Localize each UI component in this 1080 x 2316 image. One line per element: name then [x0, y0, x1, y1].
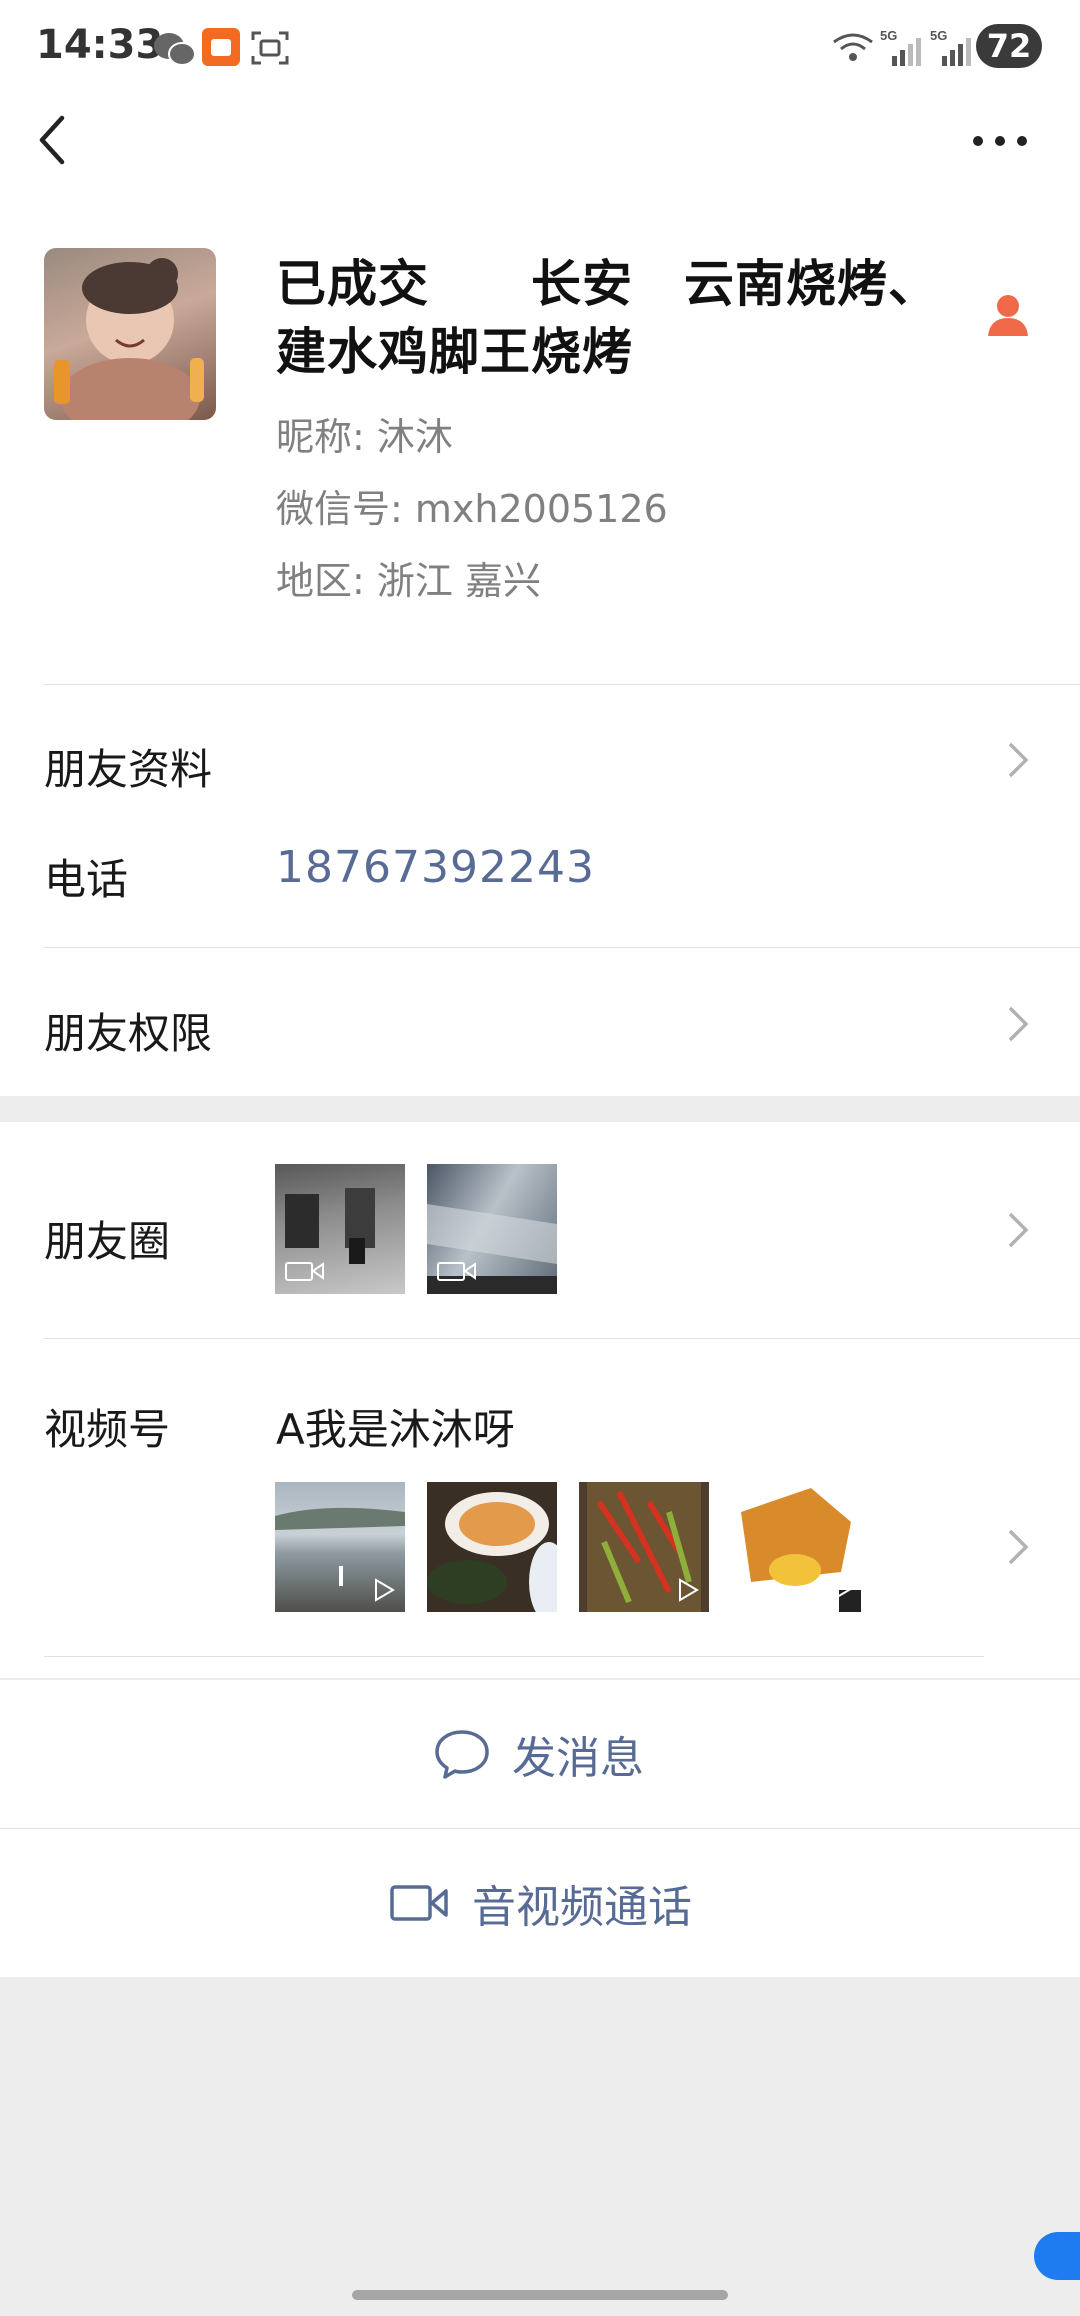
floating-bubble-icon[interactable] — [1034, 2232, 1080, 2280]
video-camera-icon — [390, 1885, 448, 1921]
video-indicator-icon — [437, 1262, 476, 1281]
channel-video-thumbnail[interactable] — [275, 1482, 405, 1612]
video-indicator-icon — [285, 1262, 324, 1281]
contact-display-name: 已成交 长安 云南烧烤、建水鸡脚王烧烤 — [276, 255, 939, 381]
video-call-button[interactable]: 音视频通话 — [0, 1829, 1080, 1977]
svg-text:5G: 5G — [880, 28, 897, 43]
battery-indicator: 72 — [976, 24, 1042, 68]
channel-video-photo — [427, 1492, 557, 1612]
status-time: 14:33 — [36, 22, 164, 68]
phone-label: 电话 — [44, 855, 129, 904]
avatar[interactable] — [44, 248, 216, 420]
divider — [44, 1656, 984, 1657]
moments-thumbnail[interactable] — [427, 1164, 557, 1294]
chevron-right-icon — [1008, 742, 1029, 778]
channel-name: A我是沐沐呀 — [276, 1405, 515, 1454]
wechat-icon — [154, 33, 196, 66]
phone-number-link[interactable]: 18767392243 — [276, 842, 595, 893]
play-icon — [679, 1578, 699, 1602]
friend-info-row[interactable]: 朋友资料 — [0, 700, 1080, 820]
svg-text:5G: 5G — [930, 28, 947, 43]
friend-permissions-label: 朋友权限 — [44, 1009, 213, 1058]
wifi-icon — [833, 33, 873, 61]
play-icon — [831, 1578, 851, 1602]
contact-person-icon — [988, 295, 1028, 336]
chat-bubble-icon — [435, 1730, 489, 1779]
status-bar: 14:33 5G 5G 72 — [0, 0, 1080, 100]
play-icon — [375, 1578, 395, 1602]
divider — [44, 947, 1080, 948]
moments-thumbnail[interactable] — [275, 1164, 405, 1294]
nickname-text: 昵称: 沐沐 — [276, 415, 453, 459]
channel-video-thumbnail[interactable] — [579, 1482, 709, 1612]
app-notification-icon — [202, 28, 240, 66]
friend-permissions-row[interactable]: 朋友权限 — [0, 950, 1080, 1096]
more-dots-icon[interactable] — [970, 126, 1030, 156]
video-call-label: 音视频通话 — [472, 1882, 692, 1933]
signal-5g-icon-1: 5G — [880, 28, 921, 66]
wechat-id-text: 微信号: mxh2005126 — [276, 487, 668, 531]
friend-info-label: 朋友资料 — [44, 745, 213, 794]
moments-row[interactable]: 朋友圈 — [0, 1122, 1080, 1338]
send-message-button[interactable]: 发消息 — [0, 1680, 1080, 1828]
scan-icon — [251, 31, 289, 65]
channels-label: 视频号 — [44, 1405, 171, 1454]
chevron-right-icon — [1008, 1212, 1029, 1248]
channel-video-thumbnail[interactable] — [427, 1482, 557, 1612]
chevron-right-icon — [1008, 1529, 1029, 1565]
channel-video-thumbnail[interactable] — [731, 1482, 861, 1612]
back-arrow-icon[interactable] — [34, 112, 74, 168]
avatar-image — [54, 258, 204, 420]
divider — [44, 684, 1080, 685]
region-text: 地区: 浙江 嘉兴 — [276, 559, 541, 603]
send-message-label: 发消息 — [512, 1733, 644, 1784]
home-indicator[interactable] — [352, 2290, 728, 2300]
moments-label: 朋友圈 — [44, 1217, 171, 1266]
signal-5g-icon-2: 5G — [930, 28, 971, 66]
chevron-right-icon — [1008, 1006, 1029, 1042]
